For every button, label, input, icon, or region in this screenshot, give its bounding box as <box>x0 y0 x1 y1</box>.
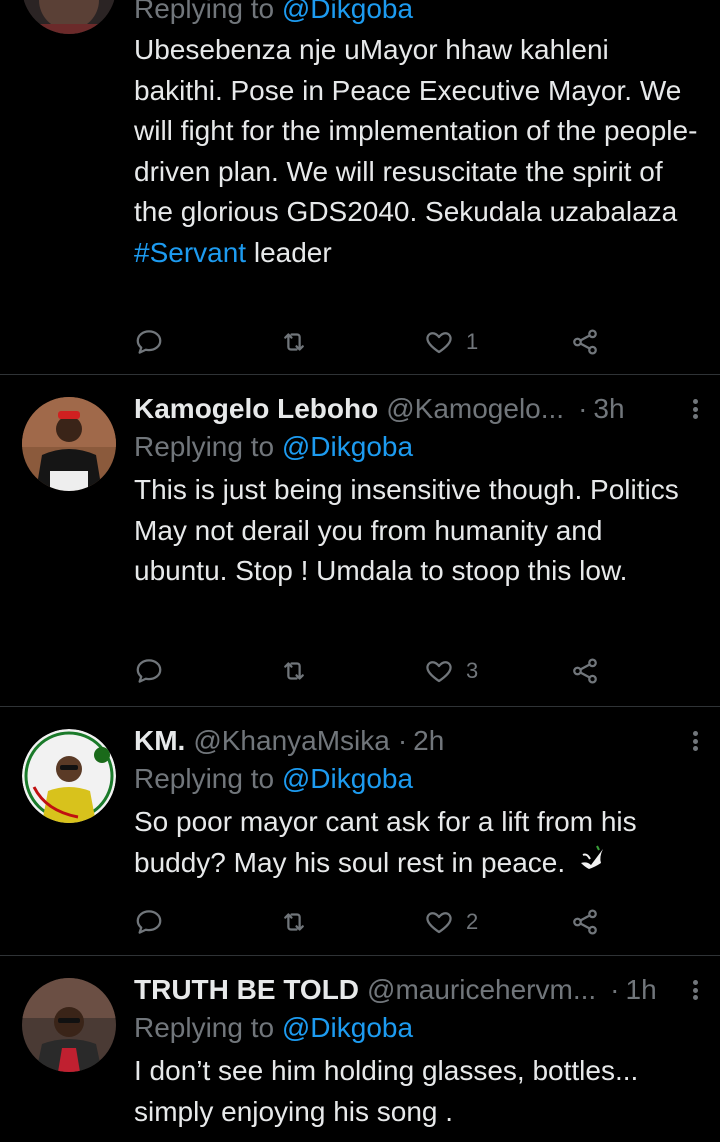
timestamp[interactable]: 1h <box>626 973 657 1007</box>
share-icon <box>573 909 597 935</box>
reply-button[interactable] <box>134 651 164 691</box>
dove-icon <box>577 843 607 885</box>
reply-context: Replying to @Dikgoba <box>134 430 700 464</box>
avatar-image <box>22 0 116 34</box>
reply-button[interactable] <box>134 322 164 362</box>
more-icon[interactable] <box>690 976 700 1004</box>
reply-context: Replying to @Dikgoba <box>134 1011 700 1045</box>
timestamp[interactable]: 3h <box>593 392 624 426</box>
retweet-button[interactable] <box>279 322 309 362</box>
tweet-text: This is just being insensitive though. P… <box>134 474 679 586</box>
display-name[interactable]: KM. <box>134 724 185 758</box>
avatar[interactable] <box>22 0 116 34</box>
like-button[interactable]: 1 <box>424 322 478 362</box>
share-button[interactable] <box>570 902 600 942</box>
tweet-text: I don’t see him holding glasses, bottles… <box>134 1055 639 1127</box>
avatar[interactable] <box>22 397 116 491</box>
share-icon <box>573 329 597 355</box>
tweet-text-part: So poor mayor cant ask for a lift from h… <box>134 806 637 878</box>
tweet-text-part: Ubesebenza nje uMayor hhaw kahleni bakit… <box>134 34 698 227</box>
tweet-actions: 1 <box>134 322 614 362</box>
tweet-2[interactable]: Kamogelo Leboho @Kamogelo... · 3h Replyi… <box>0 375 720 705</box>
retweet-button[interactable] <box>279 902 309 942</box>
reply-context: Replying to @Dikgoba <box>134 0 700 26</box>
retweet-icon <box>284 913 304 931</box>
reply-icon <box>136 910 162 934</box>
tweet-header: KM. @KhanyaMsika · 2h <box>134 724 700 758</box>
user-handle[interactable]: @mauricehervm... <box>367 973 596 1007</box>
replying-to-label: Replying to <box>134 431 275 462</box>
separator-dot: · <box>578 393 588 424</box>
user-handle[interactable]: @Kamogelo... <box>386 392 564 426</box>
like-count: 2 <box>466 909 479 934</box>
like-count: 1 <box>466 329 479 354</box>
mention-link[interactable]: @Dikgoba <box>282 431 413 462</box>
avatar-image <box>22 978 116 1072</box>
display-name[interactable]: Kamogelo Leboho <box>134 392 378 426</box>
like-count: 3 <box>466 658 479 683</box>
user-handle[interactable]: @KhanyaMsika <box>193 724 390 758</box>
share-icon <box>573 658 597 684</box>
reply-icon <box>136 659 162 683</box>
more-icon[interactable] <box>690 395 700 423</box>
tweet-header: Kamogelo Leboho @Kamogelo... · 3h <box>134 392 700 426</box>
share-button[interactable] <box>570 651 600 691</box>
reply-button[interactable] <box>134 902 164 942</box>
tweet-actions: 3 <box>134 651 614 691</box>
tweet-text: So poor mayor cant ask for a lift from h… <box>134 802 700 885</box>
separator-dot: · <box>397 725 408 756</box>
separator-dot: · <box>610 974 620 1005</box>
like-icon <box>426 912 452 934</box>
retweet-icon <box>284 333 304 351</box>
replying-to-label: Replying to <box>134 1012 275 1043</box>
hashtag-link[interactable]: #Servant <box>134 237 246 268</box>
like-icon <box>426 661 452 683</box>
tweet-header: TRUTH BE TOLD @mauricehervm... · 1h <box>134 973 700 1007</box>
like-button[interactable]: 2 <box>424 902 478 942</box>
tweet-text: Ubesebenza nje uMayor hhaw kahleni bakit… <box>134 30 700 273</box>
avatar-image <box>22 729 116 823</box>
display-name[interactable]: TRUTH BE TOLD <box>134 973 359 1007</box>
mention-link[interactable]: @Dikgoba <box>282 763 413 794</box>
tweet-actions: 2 <box>134 902 614 942</box>
timestamp[interactable]: 2h <box>413 724 444 758</box>
replying-to-label: Replying to <box>134 0 275 24</box>
more-icon[interactable] <box>690 727 700 755</box>
share-button[interactable] <box>570 322 600 362</box>
tweet-3[interactable]: KM. @KhanyaMsika · 2h Replying to @Dikgo… <box>0 707 720 955</box>
reply-context: Replying to @Dikgoba <box>134 762 700 796</box>
mention-link[interactable]: @Dikgoba <box>282 1012 413 1043</box>
tweet-text-part: leader <box>246 236 332 268</box>
avatar-image <box>22 397 116 491</box>
like-icon <box>426 332 452 354</box>
reply-icon <box>136 330 162 354</box>
replying-to-label: Replying to <box>134 763 275 794</box>
mention-link[interactable]: @Dikgoba <box>282 0 413 24</box>
avatar[interactable] <box>22 729 116 823</box>
tweet-1[interactable]: Replying to @Dikgoba Ubesebenza nje uMay… <box>0 0 720 374</box>
retweet-icon <box>284 662 304 680</box>
retweet-button[interactable] <box>279 651 309 691</box>
tweet-4[interactable]: TRUTH BE TOLD @mauricehervm... · 1h Repl… <box>0 956 720 1142</box>
like-button[interactable]: 3 <box>424 651 478 691</box>
avatar[interactable] <box>22 978 116 1072</box>
